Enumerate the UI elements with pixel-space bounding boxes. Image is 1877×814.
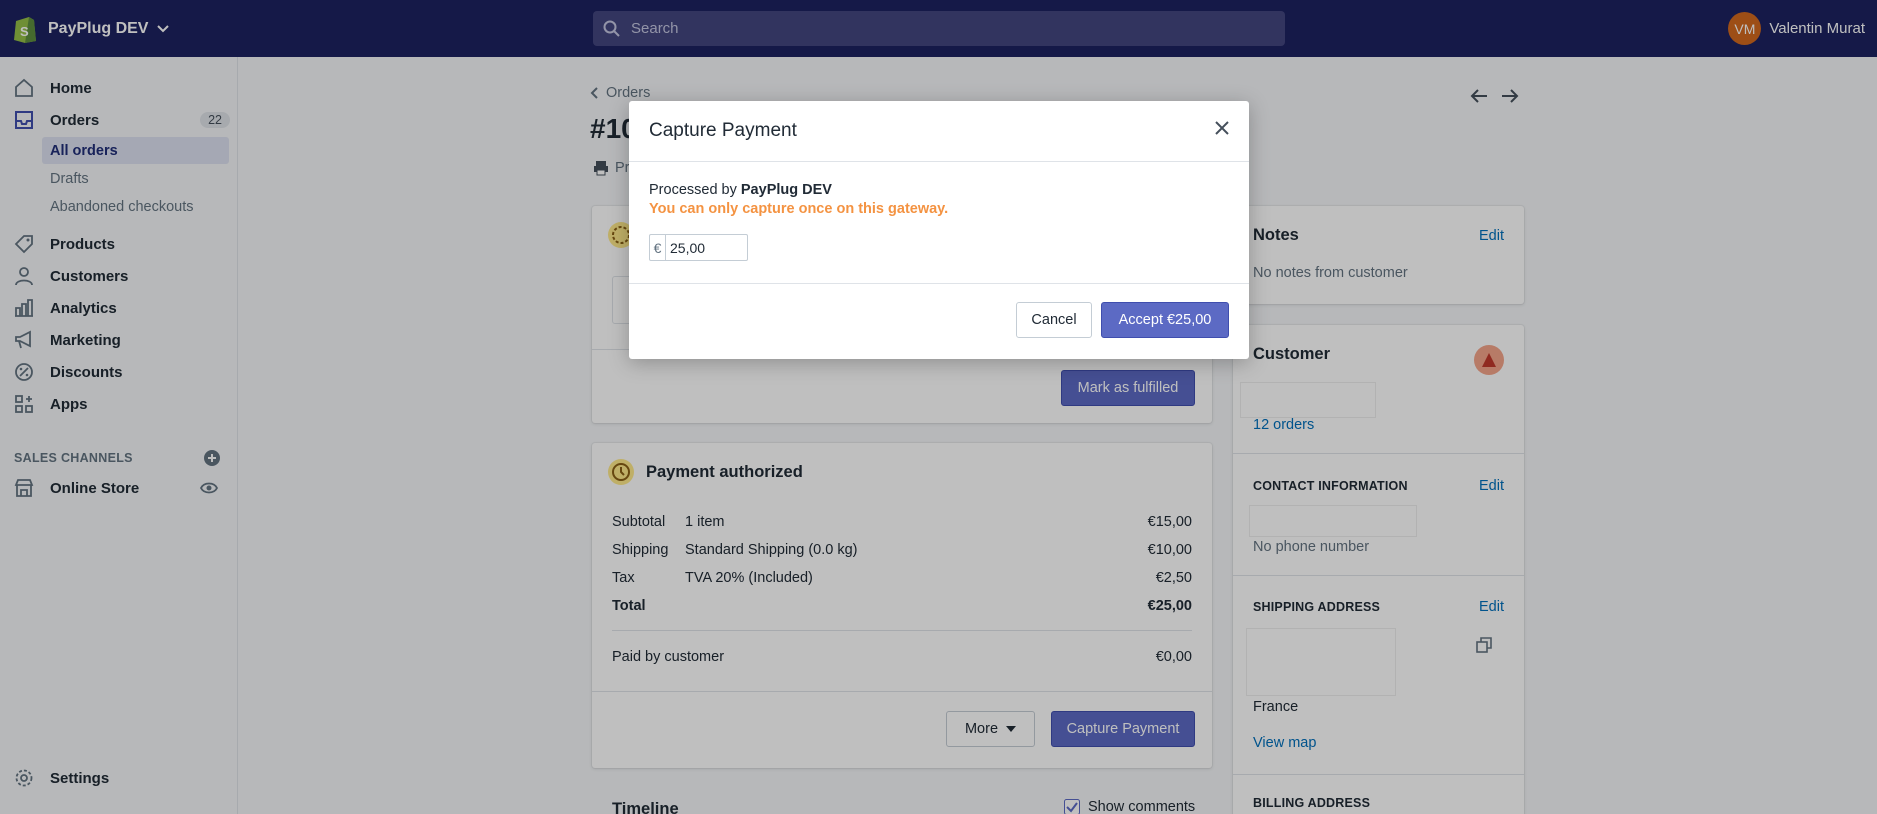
capture-warning: You can only capture once on this gatewa…: [649, 201, 949, 217]
cancel-button[interactable]: Cancel: [1016, 302, 1092, 338]
modal-header: Capture Payment: [629, 101, 1249, 162]
gateway-name: PayPlug DEV: [740, 182, 832, 198]
accept-button[interactable]: Accept €25,00: [1101, 302, 1229, 338]
close-button[interactable]: [1211, 117, 1233, 139]
capture-payment-modal: Capture Payment Processed by PayPlug DEV…: [629, 101, 1249, 359]
amount-value[interactable]: 25,00: [666, 240, 705, 256]
close-icon: [1215, 121, 1229, 135]
processed-prefix: Processed by: [649, 182, 737, 198]
amount-field[interactable]: € 25,00: [649, 234, 748, 261]
currency-symbol: €: [650, 235, 666, 260]
processed-by-line: Processed by PayPlug DEV: [649, 182, 1229, 198]
modal-body: Processed by PayPlug DEV You can only ca…: [629, 162, 1249, 284]
modal-title: Capture Payment: [649, 120, 797, 141]
